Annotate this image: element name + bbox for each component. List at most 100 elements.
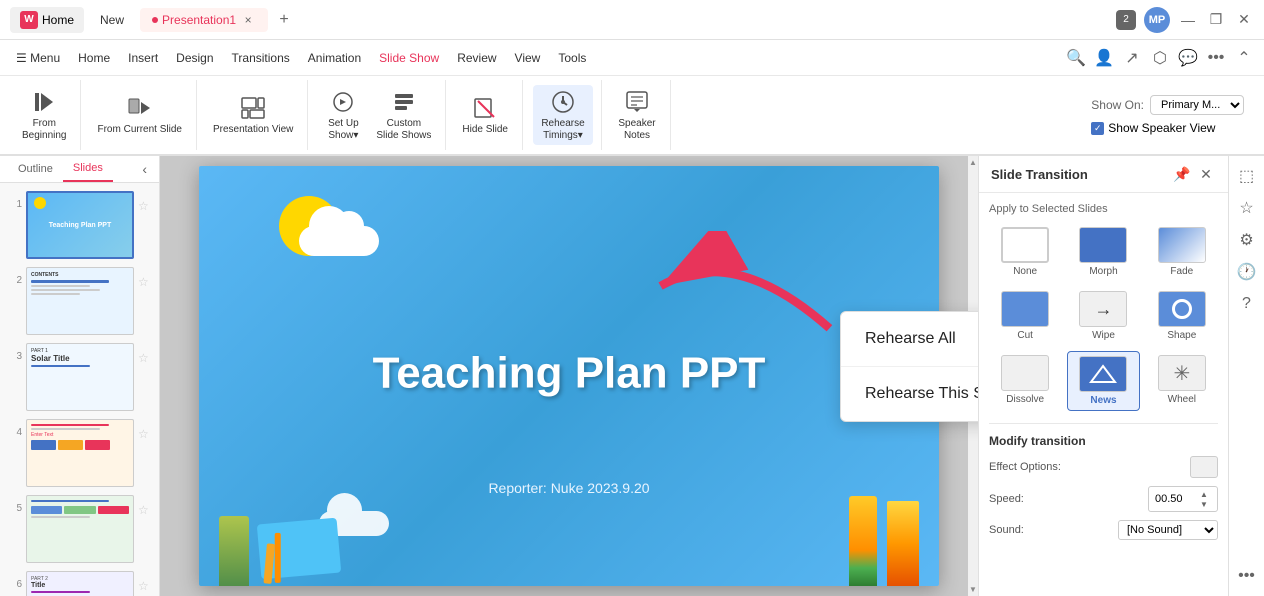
menu-animation[interactable]: Animation [300, 47, 369, 69]
speaker-notes-button[interactable]: SpeakerNotes [612, 85, 662, 145]
menu-view[interactable]: View [507, 47, 549, 69]
presentation-tab[interactable]: Presentation1 × [140, 8, 268, 32]
show-on-select[interactable]: Primary M... [1150, 95, 1244, 115]
slide-thumbnail: Enter Text [26, 419, 134, 487]
comment-icon[interactable]: 💬 [1176, 46, 1200, 70]
hide-slide-icon [471, 94, 499, 122]
slide-item[interactable]: 3 PART 1 Solar Title ☆ [6, 341, 153, 413]
transition-morph[interactable]: Morph [1067, 223, 1139, 281]
ribbon-group-hide: Hide Slide [448, 80, 523, 150]
collapse-panel-button[interactable]: ‹ [138, 157, 151, 181]
rehearse-timings-button[interactable]: RehearseTimings▾ [533, 85, 593, 145]
effect-options-button[interactable] [1190, 456, 1218, 478]
maximize-button[interactable]: ❐ [1206, 10, 1226, 30]
notebook-decoration [257, 518, 341, 580]
hide-slide-button[interactable]: Hide Slide [456, 91, 514, 139]
slides-tab[interactable]: Slides [63, 156, 113, 182]
scroll-up-button[interactable]: ▲ [969, 158, 977, 167]
close-button[interactable]: ✕ [1234, 10, 1254, 30]
custom-shows-button[interactable]: CustomSlide Shows [370, 85, 437, 145]
menu-transitions[interactable]: Transitions [224, 47, 298, 69]
rehearse-dropdown: Rehearse All Rehearse This Slide [840, 311, 978, 422]
panel-content: Apply to Selected Slides None Morph Fade [979, 193, 1228, 596]
from-current-icon [126, 94, 154, 122]
from-current-label: From Current Slide [97, 124, 181, 136]
right-tool-1[interactable]: ⬚ [1233, 162, 1261, 190]
speaker-view-checkbox[interactable]: ✓ [1091, 122, 1104, 135]
title-bar-right: 2 MP — ❐ ✕ [1116, 7, 1254, 33]
transition-wheel[interactable]: ✳ Wheel [1146, 351, 1218, 411]
menu-review[interactable]: Review [449, 47, 504, 69]
new-tab[interactable]: New [88, 9, 136, 31]
presentation-view-button[interactable]: Presentation View [207, 91, 299, 139]
speed-down-button[interactable]: ▼ [1197, 499, 1211, 509]
wheel-label: Wheel [1168, 394, 1196, 405]
sound-row: Sound: [No Sound] [989, 520, 1218, 540]
from-beginning-icon [30, 88, 58, 116]
transition-wipe[interactable]: → Wipe [1067, 287, 1139, 345]
panel-pin-button[interactable]: 📌 [1172, 164, 1192, 184]
speed-up-button[interactable]: ▲ [1197, 489, 1211, 499]
more-icon[interactable]: ••• [1204, 46, 1228, 70]
wipe-icon: → [1079, 291, 1127, 327]
rehearse-timings-icon [549, 88, 577, 116]
transition-fade[interactable]: Fade [1146, 223, 1218, 281]
rehearse-this-slide-option[interactable]: Rehearse This Slide [841, 367, 978, 421]
transition-none[interactable]: None [989, 223, 1061, 281]
add-tab-button[interactable]: + [272, 8, 296, 32]
setup-show-label: Set UpShow▾ [328, 118, 359, 142]
effect-options-row: Effect Options: [989, 456, 1218, 478]
custom-shows-icon [390, 88, 418, 116]
sound-select[interactable]: [No Sound] [1118, 520, 1218, 540]
right-tool-3[interactable]: ⚙ [1233, 226, 1261, 254]
transition-shape[interactable]: Shape [1146, 287, 1218, 345]
slide-star: ☆ [138, 191, 149, 213]
right-tool-more[interactable]: ••• [1233, 562, 1261, 590]
export-icon[interactable]: ⬡ [1148, 46, 1172, 70]
ribbon-group-start: FromBeginning [8, 80, 81, 150]
collapse-icon[interactable]: ⌃ [1232, 46, 1256, 70]
slide-item[interactable]: 6 PART 2 Title ☆ [6, 569, 153, 596]
right-tool-2[interactable]: ☆ [1233, 194, 1261, 222]
speed-spinner[interactable]: ▲ ▼ [1197, 489, 1211, 509]
hide-slide-label: Hide Slide [462, 124, 508, 136]
ribbon-group-setup: Set UpShow▾ CustomSlide Shows [310, 80, 446, 150]
news-label: News [1090, 395, 1116, 406]
slide-item[interactable]: 2 CONTENTS ☆ [6, 265, 153, 337]
menu-slideshow[interactable]: Slide Show [371, 47, 447, 69]
tab-close-button[interactable]: × [240, 12, 256, 28]
menu-home[interactable]: Home [70, 47, 118, 69]
rehearse-all-option[interactable]: Rehearse All [841, 312, 978, 367]
modify-title: Modify transition [989, 434, 1218, 448]
transition-news[interactable]: News [1067, 351, 1139, 411]
share-icon[interactable]: 👤 [1092, 46, 1116, 70]
right-tool-5[interactable]: ? [1233, 290, 1261, 318]
speaker-view-checkbox-row[interactable]: ✓ Show Speaker View [1091, 121, 1244, 135]
from-beginning-button[interactable]: FromBeginning [16, 85, 72, 145]
home-tab[interactable]: W Home [10, 7, 84, 33]
slide-item[interactable]: 4 Enter Text ☆ [6, 417, 153, 489]
presentation-tab-label: Presentation1 [162, 13, 236, 27]
home-tab-label: Home [42, 13, 74, 27]
slide-item[interactable]: 5 ☆ [6, 493, 153, 565]
panel-close-button[interactable]: ✕ [1196, 164, 1216, 184]
transition-dissolve[interactable]: Dissolve [989, 351, 1061, 411]
dissolve-icon [1001, 355, 1049, 391]
scroll-down-button[interactable]: ▼ [969, 585, 977, 594]
menu-design[interactable]: Design [168, 47, 221, 69]
transition-cut[interactable]: Cut [989, 287, 1061, 345]
menu-tools[interactable]: Tools [550, 47, 594, 69]
forward-icon[interactable]: ↗ [1120, 46, 1144, 70]
setup-show-button[interactable]: Set UpShow▾ [318, 85, 368, 145]
menu-hamburger[interactable]: ☰ Menu [8, 47, 68, 69]
slide-item[interactable]: 1 Teaching Plan PPT ☆ [6, 189, 153, 261]
search-icon[interactable]: 🔍 [1064, 46, 1088, 70]
outline-tab[interactable]: Outline [8, 157, 63, 181]
minimize-button[interactable]: — [1178, 10, 1198, 30]
speed-input[interactable]: 00.50 ▲ ▼ [1148, 486, 1218, 512]
menu-insert[interactable]: Insert [120, 47, 166, 69]
right-tool-4[interactable]: 🕐 [1233, 258, 1261, 286]
from-current-button[interactable]: From Current Slide [91, 91, 187, 139]
cut-icon [1001, 291, 1049, 327]
slide-star: ☆ [138, 267, 149, 289]
